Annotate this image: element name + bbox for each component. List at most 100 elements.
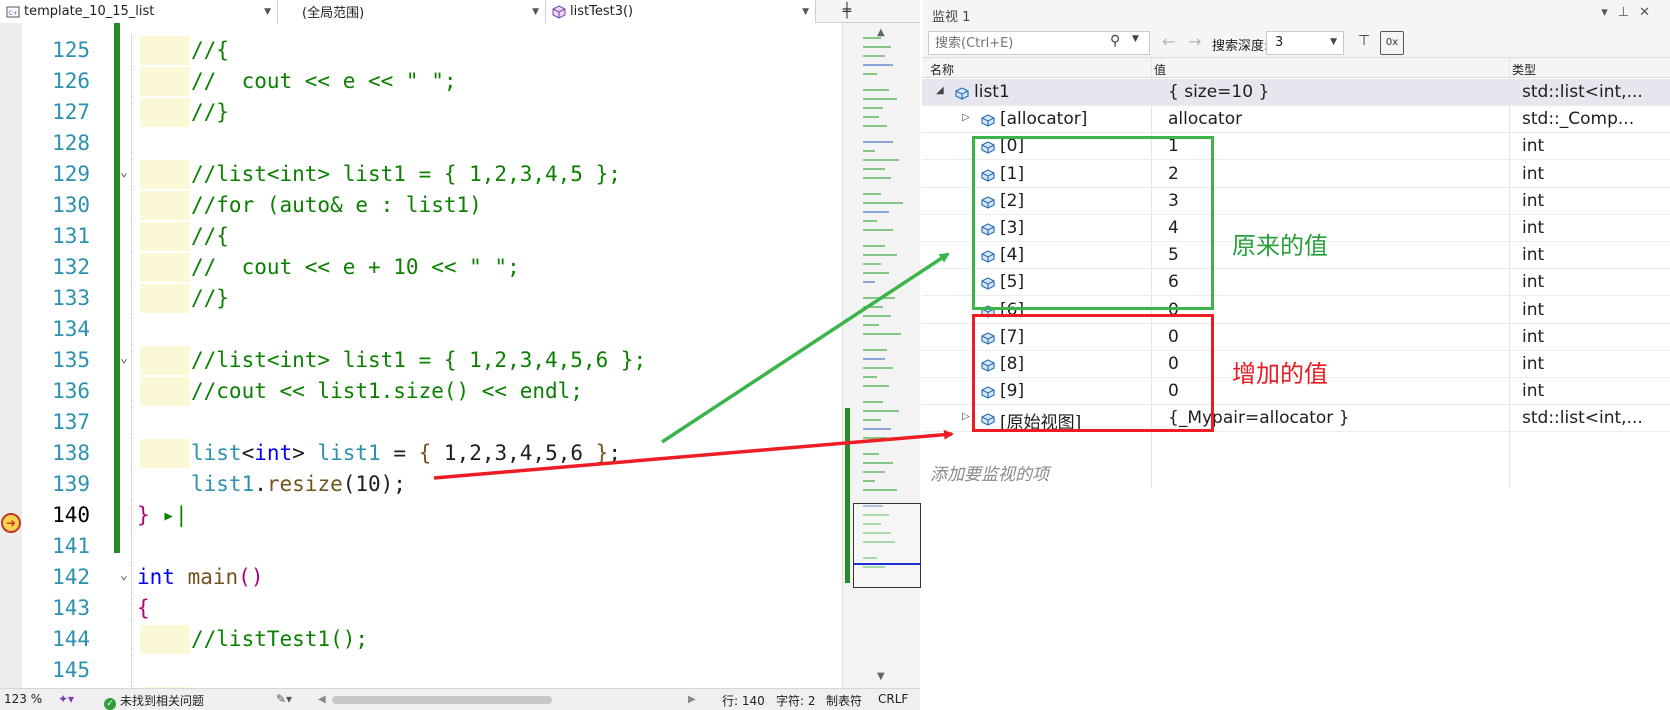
current-statement-arrow-icon: ➜ — [1, 513, 21, 533]
indent-guide — [131, 283, 132, 314]
code-token: resize — [266, 472, 343, 496]
scroll-right-icon[interactable]: ▶ — [688, 694, 696, 705]
indent-guide — [131, 376, 132, 407]
code-text: int main() — [137, 562, 263, 593]
file-dropdown[interactable]: C+ template_10_15_list ▼ — [0, 0, 278, 23]
scroll-left-icon[interactable]: ◀ — [318, 694, 326, 705]
code-token: //{ — [191, 38, 229, 62]
expand-arrow-icon[interactable]: ▷ — [962, 411, 970, 422]
code-line[interactable]: 129 ⌄ //list<int> list1 = { 1,2,3,4,5 }; — [0, 159, 842, 190]
code-token: list1 — [191, 472, 255, 496]
column-type-header[interactable]: 类型 — [1512, 61, 1536, 78]
tabs-indicator[interactable]: 制表符 — [826, 692, 862, 709]
minimap-line — [863, 453, 879, 455]
minimap-line — [863, 385, 889, 387]
function-dropdown[interactable]: listTest3() ▼ — [546, 0, 816, 23]
line-number: 144 — [52, 627, 90, 651]
hex-display-icon[interactable]: 0x — [1380, 31, 1404, 55]
code-line[interactable]: 141 — [0, 531, 842, 562]
code-line[interactable]: 128 — [0, 128, 842, 159]
scope-dropdown[interactable]: (全局范围) ▼ — [278, 0, 546, 23]
minimap-line — [863, 297, 895, 299]
split-editor-button[interactable]: ╪ — [816, 0, 878, 22]
line-number: 145 — [52, 658, 90, 682]
line-number: 140 — [52, 503, 90, 527]
scroll-down-icon[interactable]: ▼ — [877, 671, 885, 682]
code-text: //cout << list1.size() << endl; — [191, 376, 583, 407]
code-line[interactable]: 137 — [0, 407, 842, 438]
minimap-line — [863, 125, 887, 127]
code-token: } — [595, 441, 609, 465]
minimap-line — [863, 229, 893, 231]
watch-type: int — [1522, 326, 1545, 347]
search-depth-select[interactable]: 3 ▼ — [1266, 31, 1344, 55]
line-number: 129 — [52, 162, 90, 186]
fold-chevron-icon[interactable]: ⌄ — [120, 166, 134, 180]
code-line[interactable]: 145 — [0, 655, 842, 686]
indent-highlight — [140, 625, 190, 654]
code-line[interactable]: 133 //} — [0, 283, 842, 314]
line-indicator[interactable]: 行: 140 — [722, 692, 765, 709]
code-line[interactable]: 125 //{ — [0, 35, 842, 66]
indent-highlight — [140, 98, 190, 127]
copilot-icon[interactable]: ✦▾ — [58, 692, 74, 706]
brush-icon[interactable]: ✎▾ — [276, 692, 292, 706]
minimap-line — [863, 64, 893, 66]
status-bar: 123 % ✦▾ ✓ 未找到相关问题 ✎▾ ◀ ▶ 行: 140 字符: 2 制表… — [0, 688, 920, 710]
watch-row[interactable]: ◢ list1 { size=10 } std::list<int,... — [922, 79, 1670, 106]
function-name: listTest3() — [570, 4, 634, 19]
fold-chevron-icon[interactable]: ⌄ — [120, 352, 134, 366]
code-text: } ▸| — [137, 500, 188, 531]
minimap-caret-marker — [853, 563, 921, 565]
code-line[interactable]: 131 //{ — [0, 221, 842, 252]
code-line[interactable]: 132 // cout << e + 10 << " "; — [0, 252, 842, 283]
minimap-line — [863, 437, 887, 439]
line-number: 141 — [52, 534, 90, 558]
char-indicator[interactable]: 字符: 2 — [776, 692, 816, 709]
column-name-header[interactable]: 名称 — [930, 61, 954, 78]
code-line[interactable]: 138 list<int> list1 = { 1,2,3,4,5,6 }; — [0, 438, 842, 469]
pin-icon[interactable]: ⊤ — [1358, 33, 1370, 49]
code-line[interactable]: 135 ⌄ //list<int> list1 = { 1,2,3,4,5,6 }; — [0, 345, 842, 376]
code-line[interactable]: 136 //cout << list1.size() << endl; — [0, 376, 842, 407]
code-line[interactable]: 143 { — [0, 593, 842, 624]
code-token: < — [241, 441, 255, 465]
zoom-level[interactable]: 123 % — [4, 692, 42, 706]
minimap-line — [863, 159, 899, 161]
watch-value[interactable]: allocator — [1168, 109, 1242, 129]
collapse-arrow-icon[interactable]: ◢ — [936, 85, 944, 96]
code-line[interactable]: 126 // cout << e << " "; — [0, 66, 842, 97]
minimap-viewport[interactable] — [853, 503, 921, 588]
expand-arrow-icon[interactable]: ▷ — [962, 112, 970, 123]
code-line[interactable]: 140 } ▸| — [0, 500, 842, 531]
eol-indicator[interactable]: CRLF — [878, 692, 908, 706]
code-line[interactable]: 142 ⌄ int main() — [0, 562, 842, 593]
add-watch-item[interactable]: 添加要监视的项 — [930, 460, 1049, 485]
minimap-scrollbar[interactable]: ▲ ▼ — [842, 23, 921, 688]
watch-row[interactable]: ▷ [allocator] allocator std::_Comp... — [922, 106, 1670, 134]
code-line[interactable]: 127 //} — [0, 97, 842, 128]
project-icon: C+ — [6, 5, 20, 19]
code-editor-pane: C+ template_10_15_list ▼ (全局范围) ▼ listTe… — [0, 0, 921, 710]
arrow-left-icon[interactable]: ← — [1162, 32, 1175, 51]
code-line[interactable]: 139 list1.resize(10); — [0, 469, 842, 500]
fold-chevron-icon[interactable]: ⌄ — [120, 569, 134, 583]
chevron-down-icon[interactable]: ▼ — [1132, 34, 1139, 44]
dropdown-icon[interactable]: ▾ — [1601, 5, 1618, 20]
column-value-header[interactable]: 值 — [1154, 61, 1166, 78]
code-token: // cout << e << " "; — [191, 69, 457, 93]
chevron-down-icon: ▼ — [264, 6, 271, 17]
close-icon[interactable]: ✕ — [1639, 5, 1660, 20]
pin-window-icon[interactable]: ⊥ — [1618, 5, 1639, 20]
horizontal-scrollbar-thumb[interactable] — [332, 696, 552, 704]
code-area[interactable]: 125 //{126 // cout << e << " "; 127 //} 128 12… — [0, 23, 842, 688]
code-line[interactable]: 130 //for (auto& e : list1) — [0, 190, 842, 221]
arrow-right-icon[interactable]: → — [1188, 32, 1201, 51]
line-number: 130 — [52, 193, 90, 217]
code-line[interactable]: 144 //listTest1(); — [0, 624, 842, 655]
code-text: // cout << e << " "; — [191, 66, 457, 97]
code-line[interactable]: 134 — [0, 314, 842, 345]
watch-value[interactable]: { size=10 } — [1168, 82, 1269, 102]
search-icon[interactable]: ⚲ — [1110, 33, 1120, 49]
issues-indicator[interactable]: ✓ 未找到相关问题 — [104, 692, 204, 710]
